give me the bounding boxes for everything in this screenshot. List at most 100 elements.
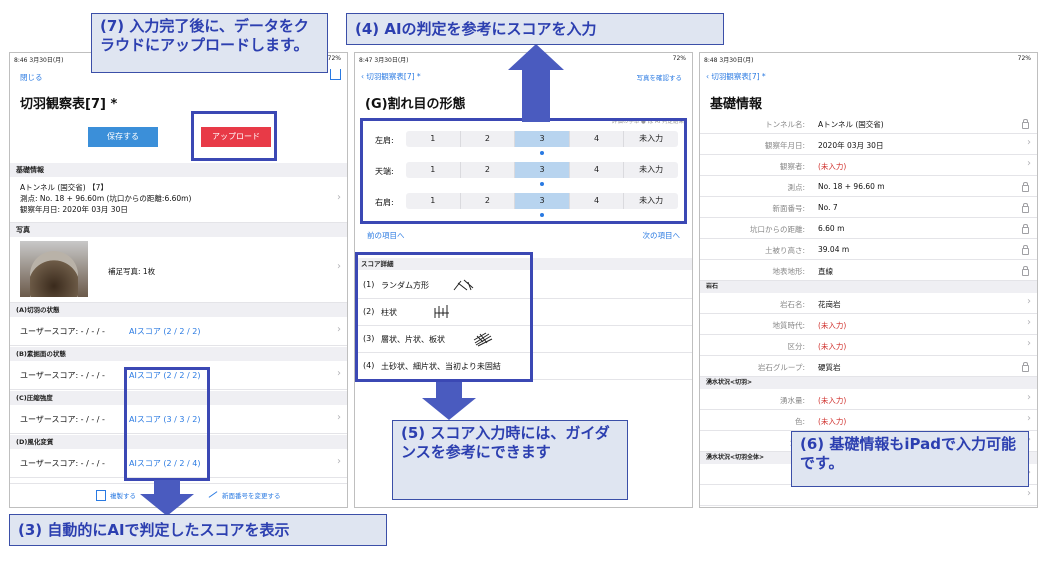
chevron-right-icon: › xyxy=(1027,158,1031,169)
user-score: ユーザースコア: - / - / - xyxy=(20,415,105,424)
basic-line-1: Aトンネル (国交省) 【7】 xyxy=(20,183,108,192)
basic-info-header: 基礎情報 xyxy=(10,163,347,177)
arrow-down-icon xyxy=(422,382,476,420)
section-header: 湧水状況<切羽> xyxy=(700,377,1037,389)
copy-icon xyxy=(96,490,106,501)
basic-line-2: 測点: No. 18 + 96.60m (坑口からの距離:6.60m) xyxy=(20,194,192,203)
info-label: 湧水量: xyxy=(779,396,805,405)
section-header: 岩石 xyxy=(700,281,1037,293)
info-label: トンネル名: xyxy=(765,120,805,129)
score-selector-highlight-box xyxy=(360,118,687,224)
status-battery: 72% xyxy=(327,55,341,62)
status-battery: 72% xyxy=(1017,55,1031,62)
share-icon[interactable] xyxy=(330,69,341,80)
callout-6-basic-info: (6) 基礎情報もiPadで入力可能です。 xyxy=(791,431,1029,487)
chevron-right-icon: › xyxy=(1027,488,1031,499)
chevron-right-icon: › xyxy=(1027,296,1031,307)
basic-info-row[interactable]: Aトンネル (国交省) 【7】 測点: No. 18 + 96.60m (坑口か… xyxy=(10,177,347,223)
chevron-right-icon: › xyxy=(337,456,341,467)
info-value: 硬質岩 xyxy=(818,363,841,372)
info-row[interactable]: 色: (未入力) › xyxy=(700,410,1037,431)
info-value: 39.04 m xyxy=(818,245,850,254)
lock-icon xyxy=(1022,203,1029,213)
info-value: 直線 xyxy=(818,267,833,276)
info-label: 地質時代: xyxy=(772,321,805,330)
callout-7-upload: (7) 入力完了後に、データをクラウドにアップロードします。 xyxy=(91,13,328,73)
info-row[interactable]: › xyxy=(700,485,1037,506)
info-row[interactable]: 坑口からの距離: 6.60 m xyxy=(700,218,1037,239)
renumber-button[interactable]: 新面番号を変更する xyxy=(222,490,281,500)
info-label: 新面番号: xyxy=(772,204,805,213)
status-time: 8:47 3月30日(月) xyxy=(359,57,409,64)
info-row[interactable]: 岩石名: 花崗岩 › xyxy=(700,293,1037,314)
info-row[interactable]: 湧水量: (未入力) › xyxy=(700,389,1037,410)
ai-score: AIスコア (2 / 2 / 2) xyxy=(129,327,201,336)
info-label: 湧 xyxy=(700,470,806,481)
back-link[interactable]: ‹ 切羽観察表[7] * xyxy=(706,71,766,82)
info-row[interactable]: 地質時代: (未入力) › xyxy=(700,314,1037,335)
page-title: (G)割れ目の形態 xyxy=(365,97,466,112)
info-value: (未入力) xyxy=(818,342,847,351)
photo-header: 写真 xyxy=(10,223,347,237)
score-row[interactable]: ユーザースコア: - / - / - AIスコア (2 / 2 / 2) › xyxy=(10,317,347,346)
info-row[interactable]: 新面番号: No. 7 xyxy=(700,197,1037,218)
back-link-label: 切羽観察表[7] * xyxy=(711,72,766,81)
callout-5-guidance: (5) スコア入力時には、ガイダンスを参考にできます xyxy=(392,420,628,500)
info-label: 観察者: xyxy=(779,162,805,171)
info-label: 色: xyxy=(794,417,805,426)
photo-caption: 補足写真: 1枚 xyxy=(108,267,156,276)
info-row[interactable]: トンネル名: Aトンネル (国交省) xyxy=(700,113,1037,134)
info-label: 測点: xyxy=(787,183,805,192)
info-value: 6.60 m xyxy=(818,224,845,233)
section-header: (B)素掘面の状態 xyxy=(10,347,347,361)
lock-icon xyxy=(1022,182,1029,192)
info-value: (未入力) xyxy=(818,417,847,426)
status-time: 8:48 3月30日(月) xyxy=(704,57,754,64)
prev-item-link[interactable]: 前の項目へ xyxy=(367,230,405,241)
chevron-right-icon: › xyxy=(1027,338,1031,349)
info-row[interactable]: 観察者: (未入力) › xyxy=(700,155,1037,176)
info-row[interactable]: 観察年月日: 2020年 03月 30日 › xyxy=(700,134,1037,155)
info-row[interactable]: 測点: No. 18 + 96.60 m xyxy=(700,176,1037,197)
back-link-label: 切羽観察表[7] * xyxy=(366,72,421,81)
info-label: 岩石グループ: xyxy=(757,363,805,372)
chevron-right-icon: › xyxy=(337,324,341,335)
info-label: 湧水 xyxy=(700,437,805,448)
status-bar: 8:48 3月30日(月) 72% xyxy=(700,53,1037,65)
arrow-up-icon xyxy=(508,44,564,122)
status-time: 8:46 3月30日(月) xyxy=(14,57,64,64)
lock-icon xyxy=(1022,266,1029,276)
info-label: 観察年月日: xyxy=(764,141,805,150)
user-score: ユーザースコア: - / - / - xyxy=(20,327,105,336)
pencil-icon xyxy=(208,491,218,498)
save-button[interactable]: 保存する xyxy=(88,127,158,147)
info-value: No. 7 xyxy=(818,203,838,212)
page-title: 切羽観察表[7] * xyxy=(20,97,118,112)
check-photo-link[interactable]: 写真を確認する xyxy=(637,72,683,82)
callout-3-ai-display: (3) 自動的にAIで判定したスコアを表示 xyxy=(9,514,387,546)
user-score: ユーザースコア: - / - / - xyxy=(20,371,105,380)
info-row[interactable]: 土被り高さ: 39.04 m xyxy=(700,239,1037,260)
info-row[interactable]: 地表地形: 直線 xyxy=(700,260,1037,281)
basic-line-3: 観察年月日: 2020年 03月 30日 xyxy=(20,205,128,214)
info-value: Aトンネル (国交省) xyxy=(818,120,884,129)
callout-4-ai-score: (4) AIの判定を参考にスコアを入力 xyxy=(346,13,724,45)
chevron-right-icon: › xyxy=(1027,392,1031,403)
info-row[interactable]: 区分: (未入力) › xyxy=(700,335,1037,356)
tunnel-photo xyxy=(20,241,88,297)
back-link[interactable]: ‹ 切羽観察表[7] * xyxy=(361,71,421,82)
info-row[interactable]: 岩石グループ: 硬質岩 xyxy=(700,356,1037,377)
chevron-right-icon: › xyxy=(1027,413,1031,424)
chevron-right-icon: › xyxy=(337,192,341,203)
info-row[interactable]: 色:(未入力)› xyxy=(700,506,1037,507)
photo-row[interactable]: 補足写真: 1枚 › xyxy=(10,237,347,303)
close-link[interactable]: 閉じる xyxy=(20,72,43,83)
chevron-right-icon: › xyxy=(337,412,341,423)
page-title: 基礎情報 xyxy=(710,97,763,112)
next-item-link[interactable]: 次の項目へ xyxy=(643,230,681,241)
chevron-right-icon: › xyxy=(337,368,341,379)
arrow-down-icon xyxy=(140,480,194,516)
chevron-right-icon: › xyxy=(1027,317,1031,328)
copy-button[interactable]: 複製する xyxy=(110,490,136,500)
lock-icon xyxy=(1022,362,1029,372)
